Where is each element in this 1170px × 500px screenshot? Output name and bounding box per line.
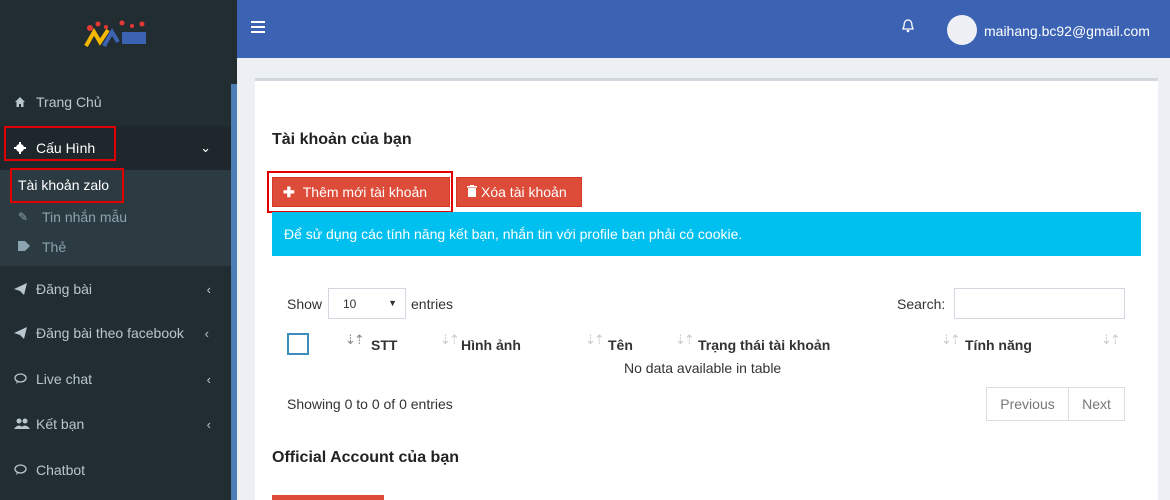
chat-bubble-icon [14,464,36,476]
page-length-select[interactable]: 10 ▼ [328,288,406,319]
sort-icon[interactable]: ⇣⇡ [941,332,961,348]
chevron-left-icon: ‹ [206,371,211,387]
sidebar-item-label: Live chat [36,371,93,387]
sidebar-item-home[interactable]: Trang Chủ [0,80,231,124]
sort-icon[interactable]: ⇣⇡ [675,332,695,348]
logo-area [0,0,237,76]
search-label: Search: [897,296,946,312]
column-header-name[interactable]: Tên [608,337,633,353]
sort-asc-icon[interactable]: ⇣⇡ [345,332,365,348]
accounts-box: Tài khoản của bạn ✚ Thêm mới tài khoản X… [255,78,1158,500]
sidebar: Trang Chủ Cấu Hình ⌄ Tài khoản zalo ✎ Ti… [0,0,237,500]
sidebar-subitem-message-templates[interactable]: ✎ Tin nhắn mẫu [0,202,231,232]
avatar[interactable] [947,15,977,45]
caret-down-icon: ▼ [388,298,397,308]
add-official-account-button[interactable] [272,495,384,500]
sort-icon[interactable]: ⇣⇡ [1101,332,1121,348]
sidebar-item-add-friends[interactable]: Kết bạn ‹ [0,402,231,446]
next-page-button[interactable]: Next [1068,387,1125,421]
sidebar-item-label: Chatbot [36,462,86,478]
chevron-down-icon: ⌄ [200,140,211,155]
sidebar-subitem-tags[interactable]: Thẻ [0,232,231,262]
sidebar-scrollbar[interactable] [231,84,237,500]
sidebar-subitem-label: Thẻ [42,239,67,255]
tag-icon [18,240,42,254]
official-account-title: Official Account của bạn [272,449,459,466]
sidebar-subitem-label: Tin nhắn mẫu [42,209,128,225]
sidebar-item-label: Đăng bài [36,281,93,297]
chevron-left-icon: ‹ [206,281,211,297]
sort-icon[interactable]: ⇣⇡ [440,332,460,348]
delete-account-button[interactable]: Xóa tài khoản [456,177,582,207]
sidebar-item-label: Đăng bài theo facebook [36,325,184,341]
user-email[interactable]: maihang.bc92@gmail.com [984,23,1150,39]
column-header-features[interactable]: Tính năng [965,337,1032,353]
show-label: Show [287,296,323,312]
cookie-alert: Để sử dụng các tính năng kết bạn, nhắn t… [272,212,1141,256]
add-account-button[interactable]: ✚ Thêm mới tài khoản [272,177,450,207]
column-header-status[interactable]: Trạng thái tài khoản [698,337,830,353]
sidebar-item-live-chat[interactable]: Live chat ‹ [0,357,231,401]
entries-label: entries [411,296,454,312]
select-all-checkbox[interactable] [287,333,309,355]
empty-table-message: No data available in table [624,360,782,376]
sidebar-item-label: Cấu Hình [36,140,96,156]
top-navbar: maihang.bc92@gmail.com [237,0,1170,58]
hamburger-menu-icon[interactable] [251,21,265,35]
gear-icon [14,142,36,154]
page-title: Tài khoản của bạn [272,131,412,148]
brand-logo[interactable] [82,18,152,48]
sidebar-subitem-zalo-account[interactable]: Tài khoản zalo [0,170,231,200]
column-header-stt[interactable]: STT [371,337,397,353]
previous-page-button[interactable]: Previous [986,387,1069,421]
sidebar-item-chatbot[interactable]: Chatbot [0,448,231,492]
sort-icon[interactable]: ⇣⇡ [585,332,605,348]
plus-icon: ✚ [283,183,295,200]
paperclip-icon: ✎ [18,210,29,224]
home-icon [14,96,36,108]
chevron-left-icon: ‹ [204,325,209,341]
sidebar-subitem-label: Tài khoản zalo [18,177,110,193]
users-icon [14,418,36,430]
sidebar-item-config[interactable]: Cấu Hình ⌄ [0,126,231,170]
chat-bubble-icon [14,373,36,385]
bell-icon[interactable] [902,19,914,36]
sidebar-item-facebook-posting[interactable]: Đăng bài theo facebook ‹ [0,311,231,355]
chevron-left-icon: ‹ [206,416,211,432]
sidebar-item-label: Trang Chủ [36,94,102,110]
search-input[interactable] [954,288,1125,319]
sidebar-item-label: Kết bạn [36,416,85,432]
paper-plane-icon [14,327,36,339]
paper-plane-icon [14,283,36,295]
column-header-image[interactable]: Hình ảnh [461,337,521,353]
config-submenu: Tài khoản zalo ✎ Tin nhắn mẫu Thẻ [0,170,231,266]
sidebar-item-posting[interactable]: Đăng bài ‹ [0,267,231,311]
table-info: Showing 0 to 0 of 0 entries [287,396,453,412]
trash-icon [467,184,477,200]
